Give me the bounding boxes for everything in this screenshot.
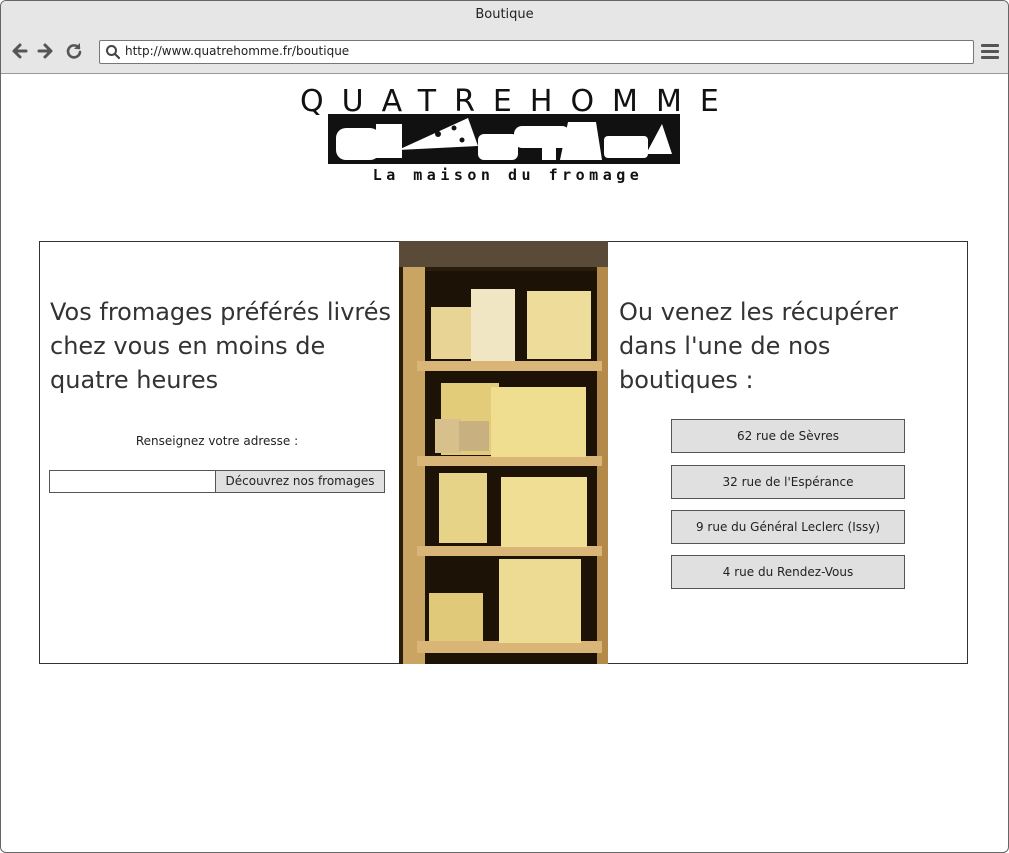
cheese-illustration: [328, 114, 680, 164]
hamburger-menu-icon[interactable]: [981, 44, 999, 60]
store-button-rendez-vous[interactable]: 4 rue du Rendez-Vous: [671, 555, 905, 589]
delivery-heading: Vos fromages préférés livrés chez vous e…: [50, 298, 392, 394]
address-label: Renseignez votre adresse :: [135, 434, 299, 448]
address-bar[interactable]: [99, 40, 974, 64]
reload-icon[interactable]: [63, 40, 85, 62]
store-button-sevres[interactable]: 62 rue de Sèvres: [671, 419, 905, 453]
address-input[interactable]: [49, 470, 216, 493]
search-icon: [106, 45, 121, 60]
stores-heading: Ou venez les récupérer dans l'une de nos…: [619, 298, 898, 394]
brand-logo[interactable]: QUATREHOMME La maison du fromage: [300, 84, 719, 188]
window-title: Boutique: [1, 1, 1008, 32]
url-input[interactable]: [125, 42, 965, 60]
discover-cheeses-button[interactable]: Découvrez nos fromages: [215, 470, 385, 493]
arrow-right-icon[interactable]: [34, 40, 56, 62]
store-button-esperance[interactable]: 32 rue de l'Espérance: [671, 465, 905, 499]
logo-tagline: La maison du fromage: [372, 166, 644, 184]
cheese-shelves-photo: [399, 241, 608, 664]
arrow-left-icon[interactable]: [9, 40, 31, 62]
store-button-leclerc[interactable]: 9 rue du Général Leclerc (Issy): [671, 510, 905, 544]
browser-toolbar: [1, 31, 1008, 74]
